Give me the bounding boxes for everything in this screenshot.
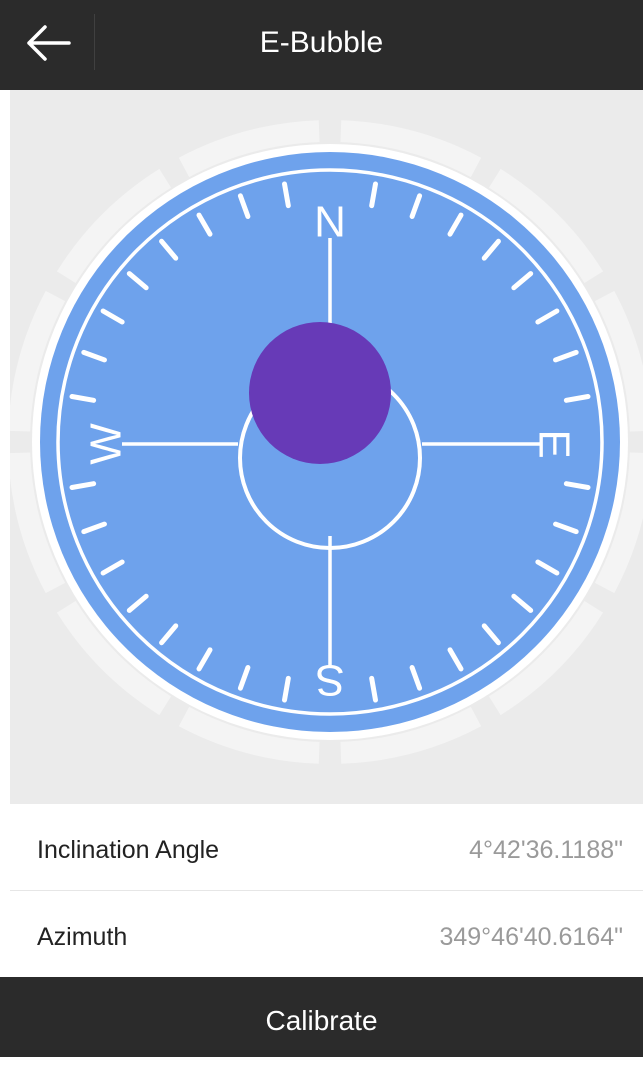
inclination-value: 4°42'36.1188" — [469, 836, 623, 864]
bubble-level-area: N S E W — [10, 90, 643, 804]
cardinal-north: N — [314, 198, 346, 247]
cardinal-east: E — [530, 429, 579, 458]
calibrate-button[interactable]: Calibrate — [0, 977, 643, 1057]
azimuth-label: Azimuth — [37, 923, 128, 951]
azimuth-value: 349°46'40.6164" — [439, 923, 623, 951]
inclination-label: Inclination Angle — [37, 836, 220, 864]
top-bar: E-Bubble — [0, 0, 643, 90]
bottom-bar: Calibrate — [0, 977, 643, 1057]
page-title: E-Bubble — [259, 26, 384, 59]
cardinal-west: W — [82, 423, 131, 465]
back-button[interactable] — [0, 0, 95, 90]
readings-panel: Inclination Angle 4°42'36.1188" Azimuth … — [10, 804, 643, 977]
compass-dial: N S E W — [10, 120, 643, 764]
cardinal-south: S — [315, 656, 344, 705]
level-bubble — [249, 322, 391, 464]
inclination-row: Inclination Angle 4°42'36.1188" — [10, 804, 643, 891]
azimuth-row: Azimuth 349°46'40.6164" — [10, 891, 643, 977]
header-divider — [94, 14, 95, 70]
arrow-left-icon — [25, 24, 71, 66]
